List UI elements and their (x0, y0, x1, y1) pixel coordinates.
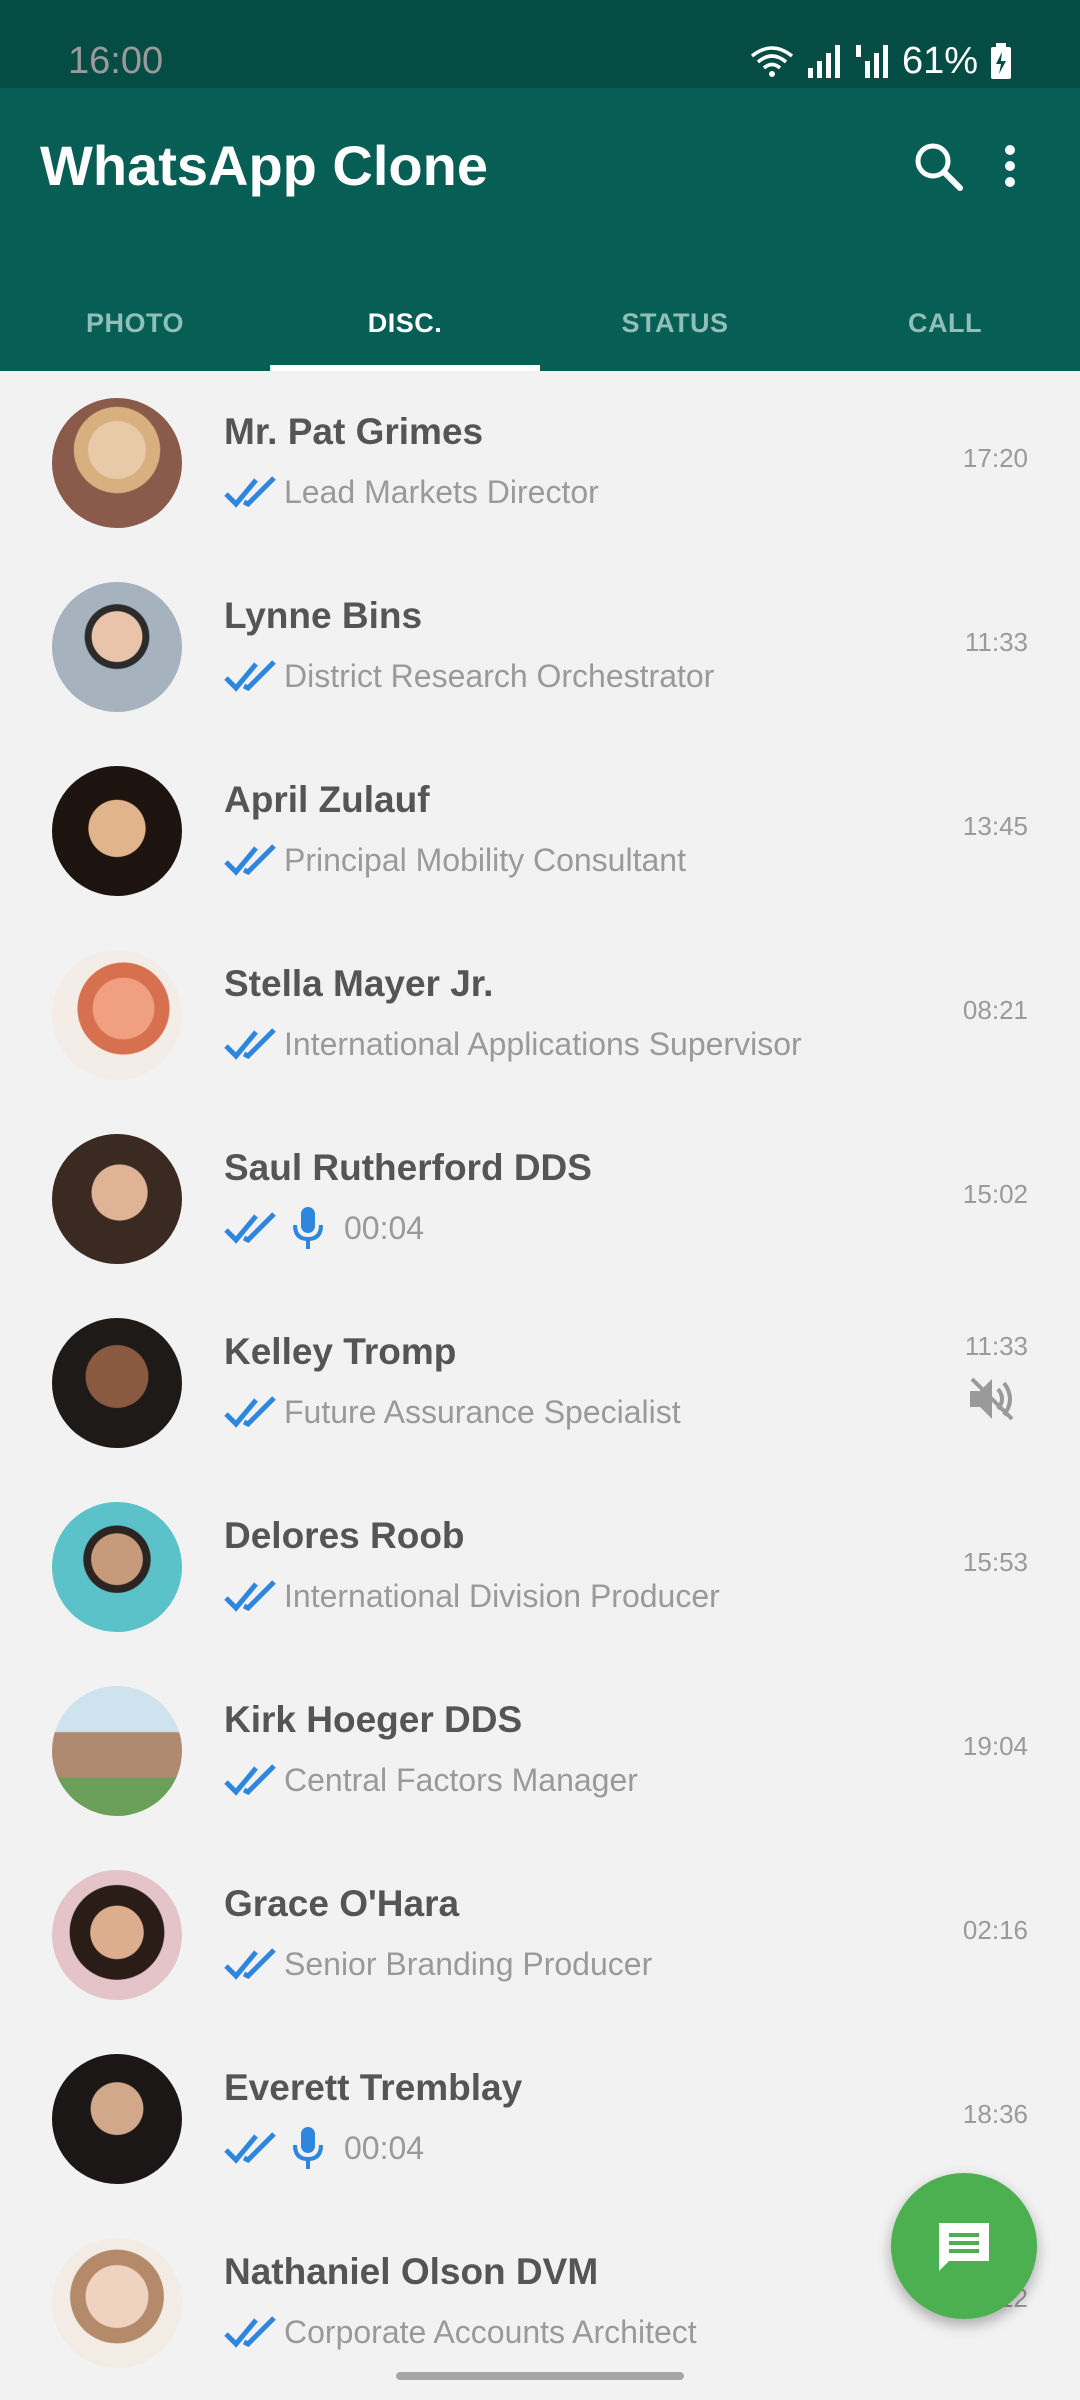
chat-message: Central Factors Manager (284, 1761, 638, 1798)
chat-message: International Applications Supervisor (284, 1025, 802, 1062)
double-check-icon (224, 476, 276, 508)
status-bar: 16:00 61% (0, 0, 1080, 88)
chat-name: Kirk Hoeger DDS (224, 1699, 523, 1740)
avatar (52, 1870, 182, 2000)
more-vert-icon (1005, 145, 1015, 187)
chat-message: Lead Markets Director (284, 473, 599, 510)
avatar (52, 582, 182, 712)
chat-name: Lynne Bins (224, 595, 423, 636)
double-check-icon (224, 660, 276, 692)
chat-time: 17:20 (962, 443, 1028, 473)
avatar (52, 1318, 182, 1448)
double-check-icon (224, 1396, 276, 1428)
tab-calls[interactable]: CALL (810, 276, 1080, 371)
chat-name: Delores Roob (224, 1515, 465, 1556)
chat-name: Grace O'Hara (224, 1883, 460, 1924)
chat-time: 15:02 (962, 1179, 1028, 1209)
signal-roaming-icon (855, 45, 888, 78)
chat-row[interactable]: Stella Mayer Jr. International Applicati… (0, 923, 1080, 1107)
chat-row[interactable]: Lynne Bins District Research Orchestrato… (0, 555, 1080, 739)
chat-row[interactable]: Kirk Hoeger DDS Central Factors Manager … (0, 1659, 1080, 1843)
chat-time: 19:04 (962, 1731, 1028, 1761)
chat-row[interactable]: Mr. Pat Grimes Lead Markets Director 17:… (0, 371, 1080, 555)
chat-message: Senior Branding Producer (284, 1945, 653, 1982)
chat-time: 02:16 (962, 1915, 1028, 1945)
new-chat-icon (939, 2223, 989, 2271)
double-check-icon (224, 1764, 276, 1796)
chat-time: 18:36 (962, 2099, 1028, 2129)
chat-row[interactable]: Delores Roob International Division Prod… (0, 1475, 1080, 1659)
chat-row[interactable]: Saul Rutherford DDS 00:04 15:02 (0, 1107, 1080, 1291)
chat-preview: Lead Markets Director (224, 469, 599, 515)
chat-preview: Corporate Accounts Architect (224, 2309, 697, 2355)
chat-message: International Division Producer (284, 1577, 720, 1614)
chat-time: 13:45 (962, 811, 1028, 841)
app-title: WhatsApp Clone (40, 134, 488, 197)
home-indicator[interactable] (396, 2372, 684, 2380)
more-options-button[interactable] (982, 126, 1038, 206)
chat-time: 15:53 (962, 1547, 1028, 1577)
chat-preview: 00:04 (224, 2125, 424, 2171)
microphone-icon (293, 1207, 323, 1249)
chat-time: 08:21 (962, 995, 1028, 1025)
double-check-icon (224, 2132, 276, 2164)
avatar (52, 1134, 182, 1264)
chat-message: District Research Orchestrator (284, 657, 715, 694)
chat-preview: Central Factors Manager (224, 1757, 638, 1803)
battery-charging-icon (991, 43, 1011, 79)
voice-duration: 00:04 (344, 1209, 425, 1246)
muted-speaker-icon (970, 1377, 1014, 1421)
tab-discussions[interactable]: DISC. (270, 276, 540, 371)
voice-duration: 00:04 (344, 2129, 425, 2166)
double-check-icon (224, 1580, 276, 1612)
chat-preview: Future Assurance Specialist (224, 1389, 681, 1435)
chat-preview: District Research Orchestrator (224, 653, 714, 699)
chat-message: Principal Mobility Consultant (284, 841, 686, 878)
avatar (52, 2054, 182, 2184)
search-button[interactable] (906, 126, 970, 206)
chat-message: Corporate Accounts Architect (284, 2313, 697, 2350)
status-icons: 61% (750, 38, 1012, 84)
chat-name: Mr. Pat Grimes (224, 411, 484, 452)
chat-time: 11:33 (964, 1331, 1028, 1361)
chat-row[interactable]: April Zulauf Principal Mobility Consulta… (0, 739, 1080, 923)
chat-time: 11:33 (964, 627, 1028, 657)
chat-name: Saul Rutherford DDS (224, 1147, 592, 1188)
chat-name: Everett Tremblay (224, 2067, 523, 2108)
double-check-icon (224, 844, 276, 876)
tab-photo[interactable]: PHOTO (0, 276, 270, 371)
avatar (52, 766, 182, 896)
signal-icon (807, 45, 840, 78)
avatar (52, 1686, 182, 1816)
search-icon (915, 143, 963, 191)
tab-status[interactable]: STATUS (540, 276, 810, 371)
chat-message: Future Assurance Specialist (284, 1393, 681, 1430)
chat-preview: International Division Producer (224, 1573, 720, 1619)
wifi-icon (750, 46, 794, 77)
avatar (52, 950, 182, 1080)
chat-preview: Principal Mobility Consultant (224, 837, 686, 883)
new-chat-button[interactable] (891, 2173, 1037, 2319)
chat-list: Mr. Pat Grimes Lead Markets Director 17:… (0, 371, 1080, 2395)
chat-preview: Senior Branding Producer (224, 1941, 652, 1987)
tab-bar: PHOTO DISC. STATUS CALL (0, 276, 1080, 371)
avatar (52, 1502, 182, 1632)
chat-preview: 00:04 (224, 1205, 424, 1251)
chat-row[interactable]: Grace O'Hara Senior Branding Producer 02… (0, 1843, 1080, 2027)
chat-name: Nathaniel Olson DVM (224, 2251, 599, 2292)
chat-name: Stella Mayer Jr. (224, 963, 494, 1004)
chat-name: Kelley Tromp (224, 1331, 457, 1372)
battery-percent: 61% (901, 40, 978, 82)
double-check-icon (224, 1948, 276, 1980)
chat-row[interactable]: Everett Tremblay 00:04 18:36 (0, 2027, 1080, 2211)
chat-row[interactable]: Kelley Tromp Future Assurance Specialist… (0, 1291, 1080, 1475)
double-check-icon (224, 2316, 276, 2348)
avatar (52, 2238, 182, 2368)
chat-preview: International Applications Supervisor (224, 1021, 802, 1067)
double-check-icon (224, 1028, 276, 1060)
avatar (52, 398, 182, 528)
chat-name: April Zulauf (224, 779, 430, 820)
double-check-icon (224, 1212, 276, 1244)
microphone-icon (293, 2127, 323, 2169)
